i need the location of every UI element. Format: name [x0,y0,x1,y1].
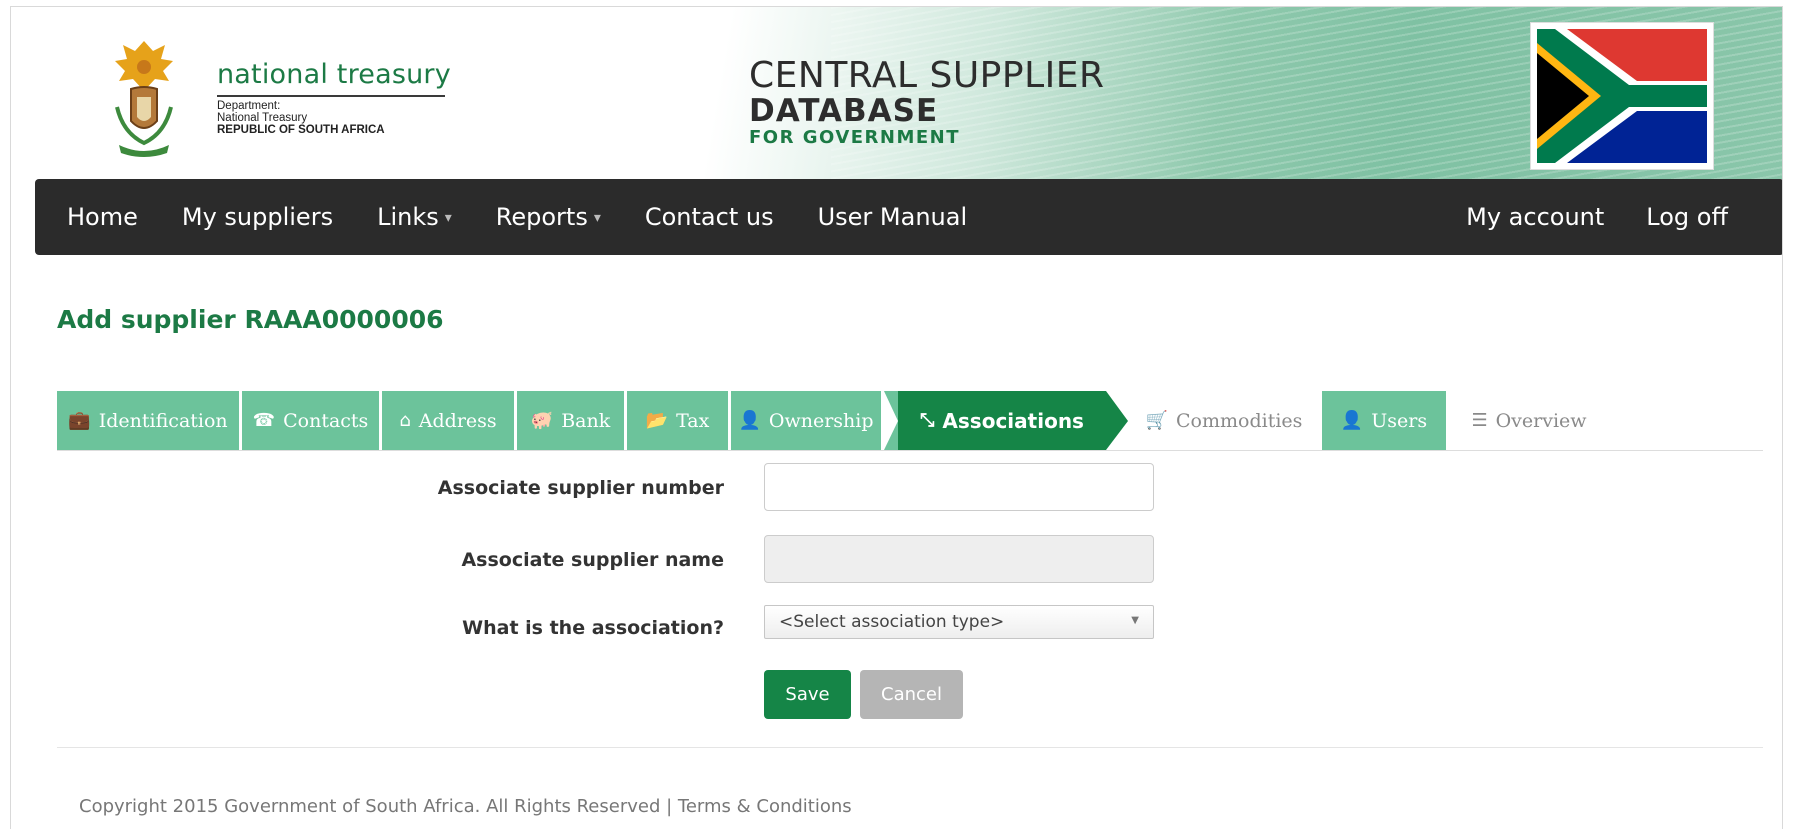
tab-overview-label: Overview [1495,409,1587,432]
phone-icon: ☎ [252,410,276,431]
footer-copyright: Copyright 2015 Government of South Afric… [79,796,852,817]
home-icon: ⌂ [399,410,411,431]
page-frame: national treasury Department: National T… [10,6,1783,829]
tab-associations[interactable]: ⤡ Associations [884,391,1128,450]
tab-identification[interactable]: 💼 Identification [57,391,239,450]
tab-bank[interactable]: 🐖 Bank [517,391,624,450]
brand-name: national treasury [217,59,451,90]
nav-reports-label: Reports [495,203,588,231]
association-type-select[interactable]: <Select association type> ▼ [764,605,1154,639]
tab-tax-label: Tax [676,409,710,432]
row-association-type: What is the association? <Select associa… [11,605,1782,655]
supplier-name-input [764,535,1154,583]
caret-down-icon: ▾ [593,210,601,226]
nav-contact-us-label: Contact us [644,203,774,231]
tab-ownership[interactable]: 👤 Ownership [731,391,881,450]
nav-contact-us[interactable]: Contact us [645,203,774,231]
tab-address[interactable]: ⌂ Address [382,391,514,450]
association-type-value: <Select association type> [779,612,1005,632]
nav-right-group: My account Log off [1424,179,1728,255]
coat-of-arms-icon [115,41,173,157]
brand-line-department: Department: [217,100,281,112]
tab-bank-label: Bank [561,409,611,432]
list-icon: ☰ [1471,410,1488,431]
save-button[interactable]: Save [764,670,851,719]
piggy-bank-icon: 🐖 [530,410,554,431]
brand-divider [217,95,445,97]
tab-commodities[interactable]: 🛒 Commodities [1129,391,1319,450]
brand-line-country: REPUBLIC OF SOUTH AFRICA [217,124,385,136]
nav-home-label: Home [67,203,138,231]
nav-my-account-label: My account [1466,203,1605,231]
nav-links-dropdown[interactable]: Links ▾ [377,203,452,231]
nav-user-manual-label: User Manual [817,203,968,231]
user-icon: 👤 [1340,410,1364,431]
tab-commodities-label: Commodities [1176,409,1303,432]
csd-line-1: CENTRAL SUPPLIER [749,55,1105,96]
csd-line-2: DATABASE [749,93,939,129]
tab-identification-label: Identification [98,409,228,432]
nav-links-label: Links [377,203,439,231]
csd-line-3: FOR GOVERNMENT [749,127,961,148]
folder-icon: 📂 [645,410,669,431]
cancel-button[interactable]: Cancel [860,670,963,719]
site-header: national treasury Department: National T… [11,7,1782,179]
tab-ownership-label: Ownership [768,409,874,432]
tab-address-label: Address [418,409,497,432]
briefcase-icon: 💼 [68,410,91,431]
compress-arrows-icon: ⤡ [920,410,935,431]
nav-reports-dropdown[interactable]: Reports ▾ [496,203,601,231]
csd-logo: CENTRAL SUPPLIER DATABASE FOR GOVERNMENT [749,57,1105,149]
nav-my-suppliers-label: My suppliers [181,203,334,231]
row-supplier-name: Associate supplier name [11,535,1782,585]
caret-down-icon: ▾ [444,210,452,226]
tab-overview[interactable]: ☰ Overview [1449,391,1609,450]
nav-log-off[interactable]: Log off [1646,203,1728,231]
tab-users[interactable]: 👤 Users [1322,391,1446,450]
tab-tax[interactable]: 📂 Tax [627,391,728,450]
tab-users-label: Users [1371,409,1428,432]
nav-user-manual[interactable]: User Manual [818,203,968,231]
supplier-name-label: Associate supplier name [461,549,724,571]
user-icon: 👤 [738,410,761,431]
south-africa-flag-icon [1531,23,1713,169]
brand-line-treasury: National Treasury [217,112,308,124]
tab-contacts-label: Contacts [283,409,369,432]
flag-graphic [1537,29,1707,163]
supplier-number-input[interactable] [764,463,1154,511]
tab-associations-label: Associations [942,408,1084,433]
nav-my-account[interactable]: My account [1466,203,1604,231]
association-label: What is the association? [462,617,724,639]
main-navbar: Home My suppliers Links ▾ Reports ▾ Contac… [35,179,1782,255]
chevron-down-icon: ▼ [1131,615,1139,626]
footer-divider [57,747,1763,748]
cart-icon: 🛒 [1145,410,1168,431]
nav-home[interactable]: Home [67,203,138,231]
nav-log-off-label: Log off [1646,203,1728,231]
tab-contacts[interactable]: ☎ Contacts [242,391,379,450]
wizard-tabs: 💼 Identification ☎ Contacts ⌂ Address 🐖 Bank… [57,391,1763,451]
page-title: Add supplier RAAA0000006 [57,305,444,334]
row-supplier-number: Associate supplier number [11,463,1782,513]
nav-my-suppliers[interactable]: My suppliers [182,203,333,231]
nav-left-group: Home My suppliers Links ▾ Reports ▾ Contac… [67,179,1011,255]
brand-subtitle: Department: National Treasury REPUBLIC O… [217,100,385,136]
supplier-number-label: Associate supplier number [437,477,724,499]
